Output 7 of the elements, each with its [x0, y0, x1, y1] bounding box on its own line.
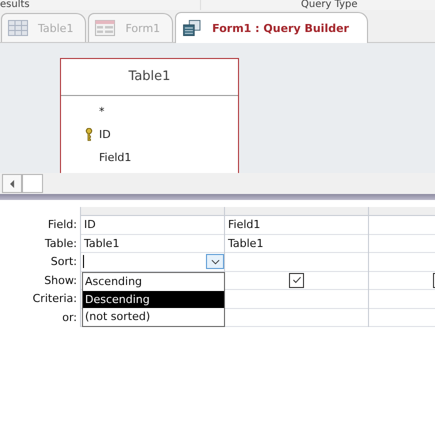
row-label: Criteria: — [32, 291, 78, 307]
row-label: Show: — [43, 272, 78, 288]
row-label: Sort: — [50, 254, 78, 270]
table-title: Table1 — [61, 59, 238, 96]
row-label: or: — [61, 310, 78, 326]
row-label: Table: — [44, 236, 78, 252]
row-label: Field: — [46, 217, 78, 233]
